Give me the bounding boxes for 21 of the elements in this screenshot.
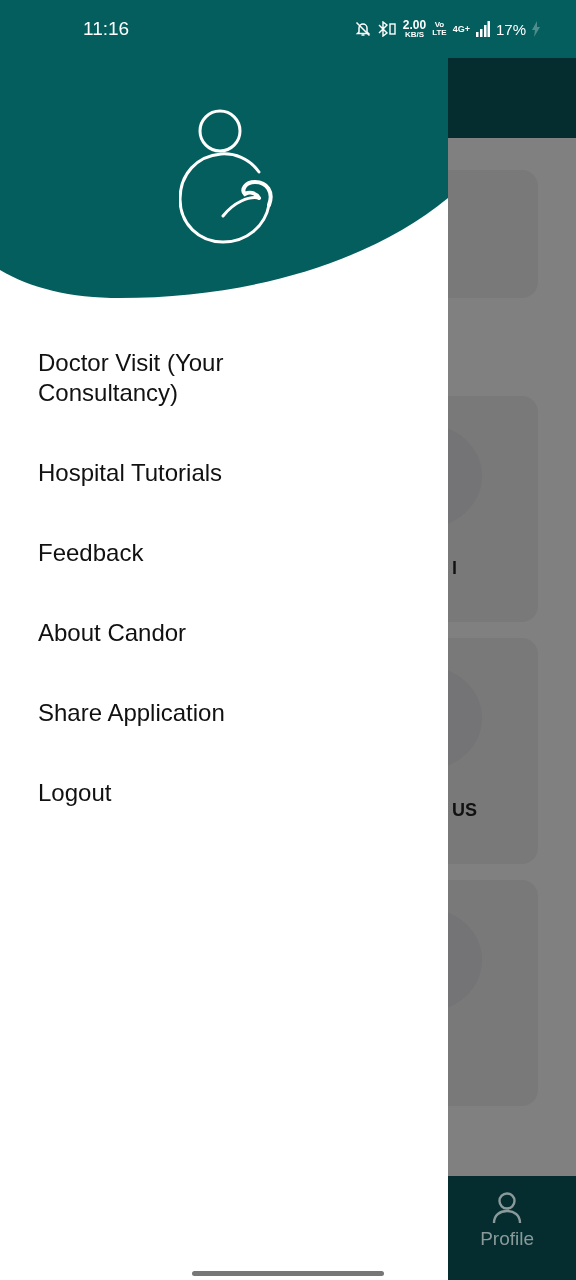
card-title: l xyxy=(452,558,457,579)
clock: 11:16 xyxy=(83,18,130,40)
charging-icon xyxy=(532,21,540,37)
profile-tab[interactable]: Profile xyxy=(480,1176,534,1280)
menu-item[interactable]: Doctor Visit (Your Consultancy) xyxy=(38,348,338,408)
battery-level: 17% xyxy=(495,20,526,38)
menu-item[interactable]: Feedback xyxy=(38,538,338,568)
network-speed: 2.00 xyxy=(402,19,427,31)
signal-icon xyxy=(475,21,490,37)
network-type: 4G+ xyxy=(452,24,470,34)
volte-label: LTE xyxy=(432,29,447,37)
menu-item[interactable]: Logout xyxy=(38,778,338,808)
menu-item[interactable]: About Candor xyxy=(38,618,338,648)
person-icon xyxy=(492,1192,523,1224)
card-title: US xyxy=(452,800,477,821)
muted-bell-icon xyxy=(354,21,371,37)
bluetooth-icon xyxy=(376,21,397,37)
volte-label: Vo xyxy=(434,21,445,29)
speed-unit: KB/S xyxy=(404,31,425,39)
menu-item[interactable]: Share Application xyxy=(38,698,338,728)
menu-item[interactable]: Hospital Tutorials xyxy=(38,458,338,488)
